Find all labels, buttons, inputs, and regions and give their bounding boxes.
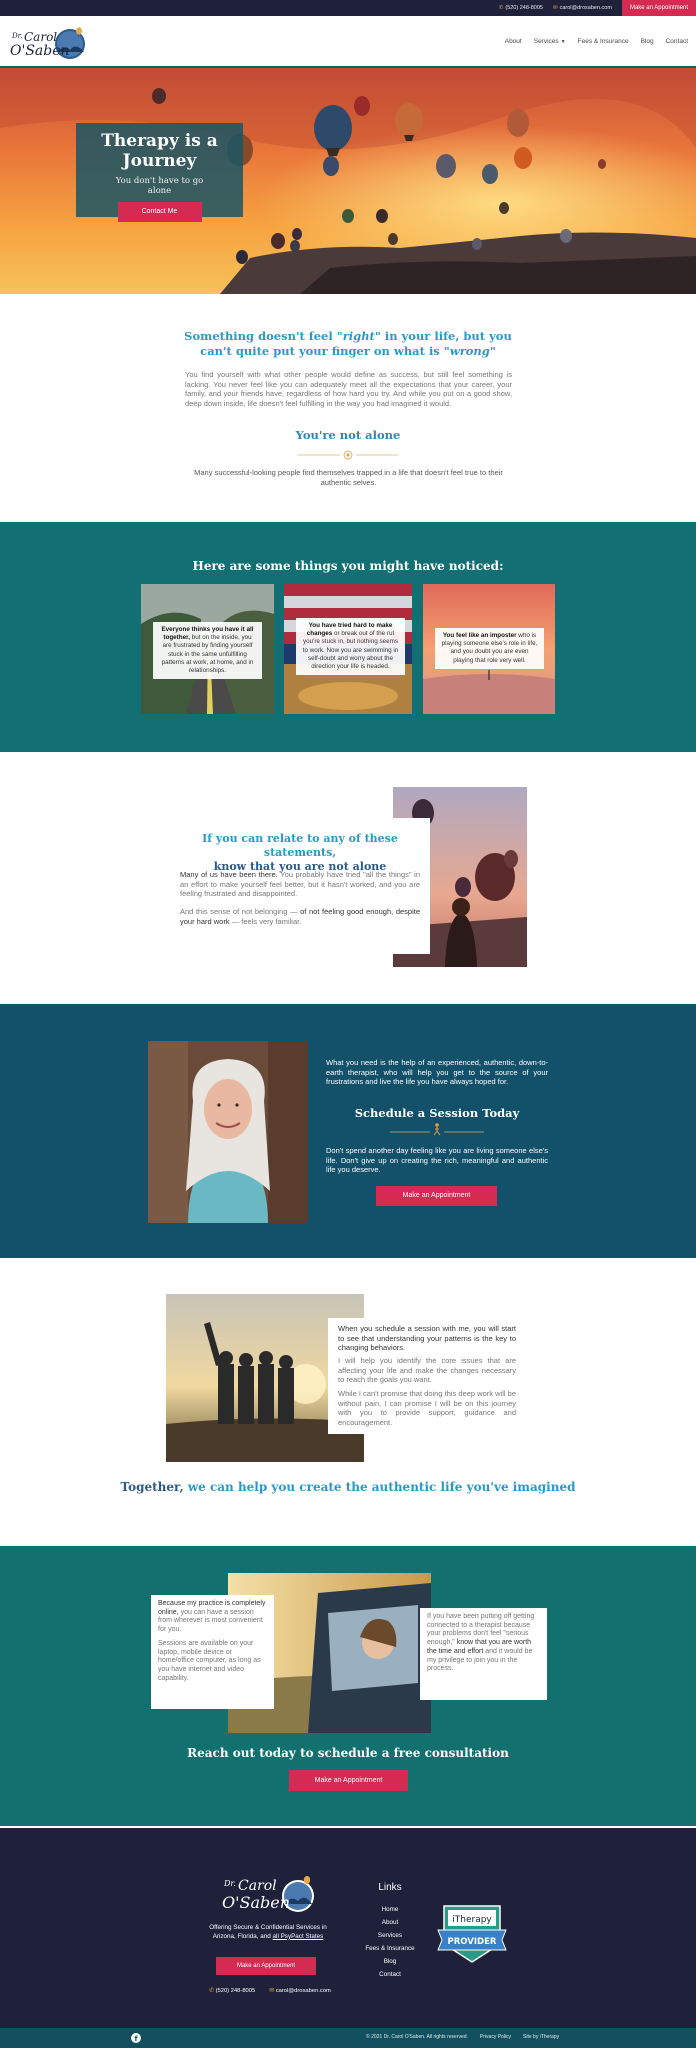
- topbar-email[interactable]: ✉ carol@drosaben.com: [553, 5, 612, 11]
- footer-phone[interactable]: ✆ (520) 248-8005: [209, 1988, 255, 1994]
- online-left-paragraph-1: Because my practice is completely online…: [158, 1600, 266, 1634]
- svg-text:O'Saben: O'Saben: [10, 43, 70, 59]
- footer-appointment-button[interactable]: Make an Appointment: [216, 1957, 316, 1975]
- nav-fees[interactable]: Fees & Insurance: [578, 38, 629, 45]
- footer-link-fees[interactable]: Fees & Insurance: [340, 1942, 440, 1955]
- footer-link-blog[interactable]: Blog: [340, 1955, 440, 1968]
- facebook-icon[interactable]: f: [131, 2033, 141, 2043]
- footer-links-heading: Links: [378, 1882, 402, 1893]
- relate-section: If you can relate to any of these statem…: [0, 752, 696, 1004]
- noticed-card-1: Everyone thinks you have it all together…: [141, 584, 274, 714]
- therapist-photo: [148, 1041, 308, 1223]
- svg-text:Carol: Carol: [24, 30, 57, 44]
- intro-section: Something doesn't feel "right" in your l…: [0, 294, 696, 522]
- main-nav: About Services ▼ Fees & Insurance Blog Co…: [505, 38, 688, 45]
- hiker-divider-icon: [390, 1123, 484, 1136]
- nav-contact[interactable]: Contact: [666, 38, 688, 45]
- copyright-text: © 2021 Dr. Carol O'Saben. All rights res…: [366, 2034, 468, 2040]
- footer-links: Links Home About Services Fees & Insuran…: [340, 1882, 440, 1981]
- site-logo[interactable]: Dr. Carol O'Saben: [8, 22, 90, 62]
- intro-body: You find yourself with what other people…: [185, 370, 512, 408]
- footer-link-about[interactable]: About: [340, 1916, 440, 1929]
- svg-text:iTherapy: iTherapy: [452, 1915, 492, 1925]
- footer-email[interactable]: ✉ carol@drosaben.com: [269, 1988, 331, 1994]
- noticed-card-2: You have tried hard to make changes or b…: [284, 584, 417, 714]
- mail-icon: ✉: [552, 5, 558, 11]
- schedule-section: What you need is the help of an experien…: [0, 1004, 696, 1258]
- footer-logo[interactable]: Dr. Carol O'Saben: [218, 1868, 318, 1918]
- online-left-card: Because my practice is completely online…: [151, 1595, 274, 1709]
- sun-divider-icon: [298, 450, 398, 460]
- hero-section: Therapy is a Journey You don't have to go…: [0, 68, 696, 294]
- intro-sub-body: Many successful-looking people find them…: [194, 468, 503, 487]
- online-heading: Reach out today to schedule a free consu…: [187, 1746, 509, 1760]
- site-footer: Dr. Carol O'Saben Offering Secure & Conf…: [0, 1826, 696, 2028]
- site-header: Dr. Carol O'Saben About Services ▼ Fees &…: [0, 16, 696, 68]
- footer-link-services[interactable]: Services: [340, 1929, 440, 1942]
- online-right-paragraph: If you have been putting off getting con…: [427, 1613, 535, 1673]
- noticed-section: Here are some things you might have noti…: [0, 522, 696, 752]
- intro-subheading: You're not alone: [295, 428, 401, 442]
- topbar-appointment-button[interactable]: Make an Appointment: [621, 0, 696, 16]
- schedule-appointment-button[interactable]: Make an Appointment: [376, 1186, 497, 1206]
- svg-text:O'Saben: O'Saben: [222, 1893, 290, 1912]
- noticed-card-1-text: Everyone thinks you have it all together…: [153, 622, 262, 680]
- topbar-phone[interactable]: ✆ (520) 248-8005: [499, 5, 543, 11]
- therapist-portrait-image: [148, 1041, 308, 1223]
- itherapy-provider-badge-icon[interactable]: iTherapy PROVIDER: [436, 1904, 508, 1964]
- hero-title: Therapy is a Journey: [101, 131, 218, 171]
- site-by-link[interactable]: Site by iTherapy: [523, 2034, 559, 2040]
- online-right-card: If you have been putting off getting con…: [420, 1608, 547, 1700]
- svg-text:Carol: Carol: [238, 1878, 277, 1894]
- phone-icon: ✆: [498, 5, 504, 11]
- schedule-paragraph-1: What you need is the help of an experien…: [326, 1058, 548, 1086]
- together-paragraph-2: I will help you identify the core issues…: [338, 1356, 516, 1384]
- relate-paragraph-2: And this sense of not belonging — of not…: [180, 907, 421, 926]
- hero-card: Therapy is a Journey You don't have to go…: [76, 123, 243, 222]
- chevron-down-icon: ▼: [560, 38, 566, 45]
- relate-paragraph-1: Many of us have been there. You probably…: [180, 870, 421, 898]
- online-section: Because my practice is completely online…: [0, 1546, 696, 1826]
- psypact-link[interactable]: all PsyPact States: [273, 1933, 324, 1940]
- svg-text:PROVIDER: PROVIDER: [448, 1937, 497, 1947]
- svg-text:Dr.: Dr.: [223, 1879, 236, 1888]
- together-heading: Together, we can help you create the aut…: [120, 1480, 576, 1494]
- together-section: When you schedule a session with me, you…: [0, 1258, 696, 1546]
- hero-subtitle: You don't have to go alone: [115, 176, 204, 196]
- footer-link-contact[interactable]: Contact: [340, 1968, 440, 1981]
- svg-text:Dr.: Dr.: [11, 32, 22, 40]
- contact-me-button[interactable]: Contact Me: [117, 202, 202, 222]
- noticed-card-2-text: You have tried hard to make changes or b…: [296, 618, 405, 676]
- together-paragraph-3: While I can't promise that doing this de…: [338, 1389, 516, 1427]
- footer-tagline: Offering Secure & Confidential Services …: [209, 1924, 327, 1940]
- footer-contact: ✆ (520) 248-8005 ✉ carol@drosaben.com: [205, 1988, 335, 1994]
- relate-heading: If you can relate to any of these statem…: [202, 832, 398, 873]
- schedule-paragraph-2: Don't spend another day feeling like you…: [326, 1146, 548, 1174]
- noticed-heading: Here are some things you might have noti…: [192, 559, 504, 573]
- footer-legal: © 2021 Dr. Carol O'Saben. All rights res…: [366, 2034, 559, 2040]
- intro-heading: Something doesn't feel "right" in your l…: [184, 329, 512, 358]
- together-paragraph-1: When you schedule a session with me, you…: [338, 1324, 516, 1352]
- online-appointment-button[interactable]: Make an Appointment: [289, 1770, 408, 1791]
- bottom-bar: f © 2021 Dr. Carol O'Saben. All rights r…: [0, 2028, 696, 2048]
- noticed-card-3-text: You feel like an imposter who is playing…: [435, 628, 544, 669]
- noticed-card-3: You feel like an imposter who is playing…: [423, 584, 556, 714]
- nav-about[interactable]: About: [505, 38, 522, 45]
- privacy-policy-link[interactable]: Privacy Policy: [480, 2034, 511, 2040]
- nav-blog[interactable]: Blog: [641, 38, 654, 45]
- footer-link-home[interactable]: Home: [340, 1903, 440, 1916]
- nav-services[interactable]: Services ▼: [534, 38, 566, 45]
- online-left-paragraph-2: Sessions are available on your laptop, m…: [158, 1639, 261, 1682]
- top-bar: ✆ (520) 248-8005 ✉ carol@drosaben.com Ma…: [0, 0, 696, 16]
- schedule-heading: Schedule a Session Today: [354, 1106, 520, 1120]
